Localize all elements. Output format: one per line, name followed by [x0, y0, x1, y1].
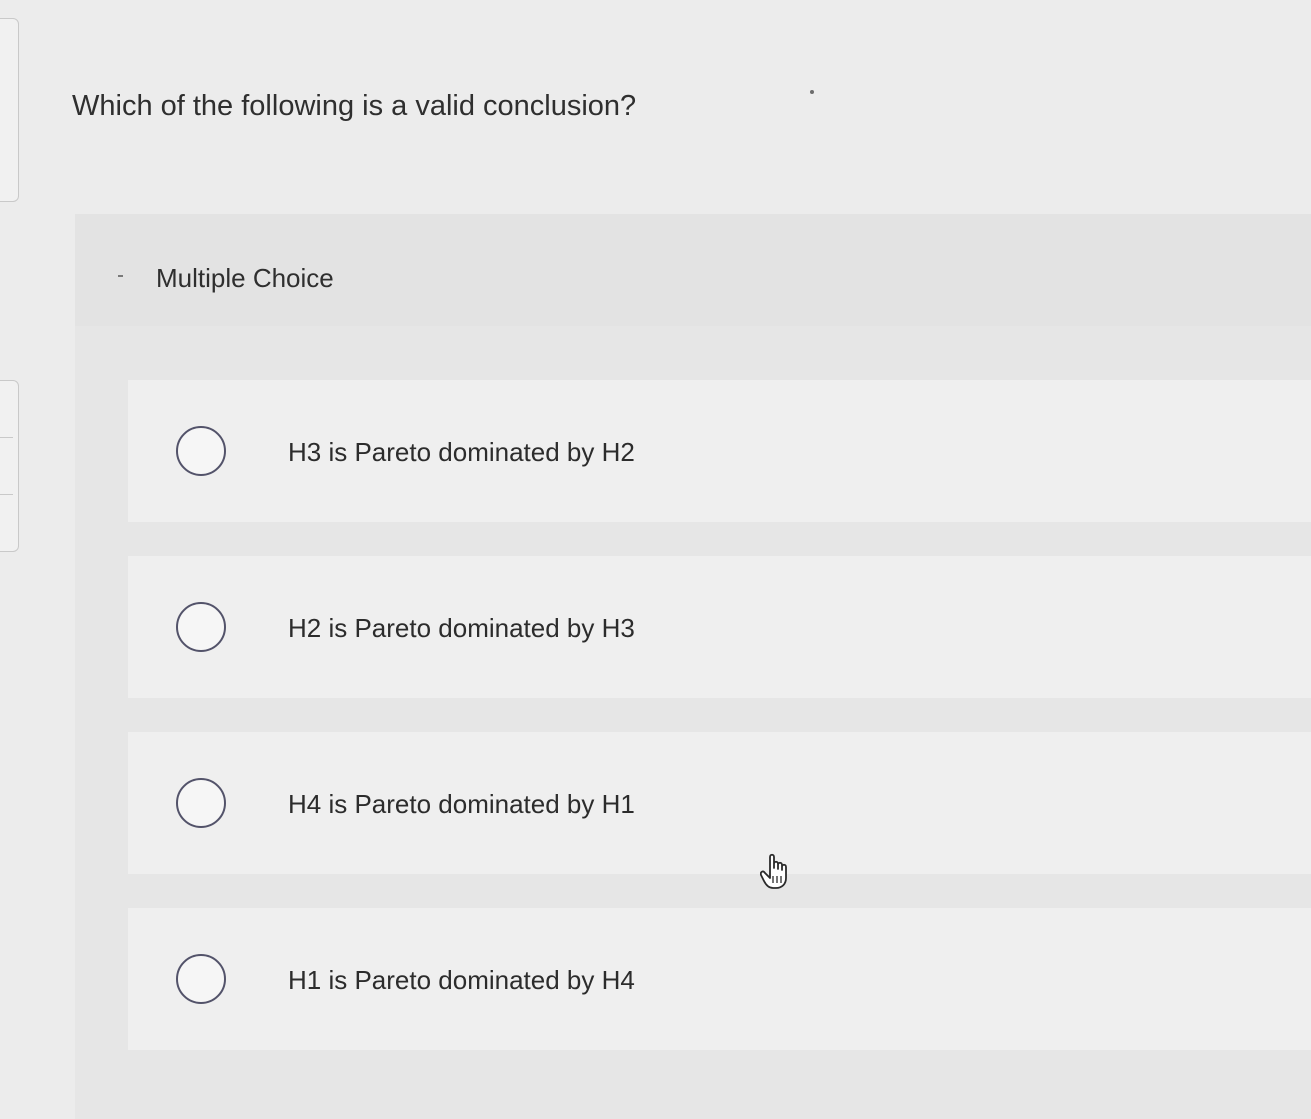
left-edge-divider — [0, 494, 13, 495]
multiple-choice-panel: Multiple Choice H3 is Pareto dominated b… — [75, 214, 1311, 1119]
left-edge-tool-group — [0, 380, 19, 552]
question-text: Which of the following is a valid conclu… — [72, 90, 637, 122]
answer-choice-3[interactable]: H4 is Pareto dominated by H1 — [128, 732, 1311, 874]
answer-choice-1[interactable]: H3 is Pareto dominated by H2 — [128, 380, 1311, 522]
radio-unchecked-icon[interactable] — [176, 426, 226, 476]
left-edge-panel — [0, 18, 19, 202]
header-marker — [118, 275, 123, 277]
answer-choice-label: H2 is Pareto dominated by H3 — [288, 613, 635, 643]
radio-unchecked-icon[interactable] — [176, 602, 226, 652]
answer-choice-2[interactable]: H2 is Pareto dominated by H3 — [128, 556, 1311, 698]
left-edge-divider — [0, 437, 13, 438]
answer-choice-label: H1 is Pareto dominated by H4 — [288, 965, 635, 995]
answer-choice-label: H3 is Pareto dominated by H2 — [288, 437, 635, 467]
hand-pointer-icon — [760, 853, 787, 889]
multiple-choice-title: Multiple Choice — [156, 263, 334, 293]
radio-unchecked-icon[interactable] — [176, 778, 226, 828]
multiple-choice-header: Multiple Choice — [75, 214, 1311, 326]
radio-unchecked-icon[interactable] — [176, 954, 226, 1004]
answer-choice-label: H4 is Pareto dominated by H1 — [288, 789, 635, 819]
answer-choice-4[interactable]: H1 is Pareto dominated by H4 — [128, 908, 1311, 1050]
decorative-dot — [810, 90, 814, 94]
